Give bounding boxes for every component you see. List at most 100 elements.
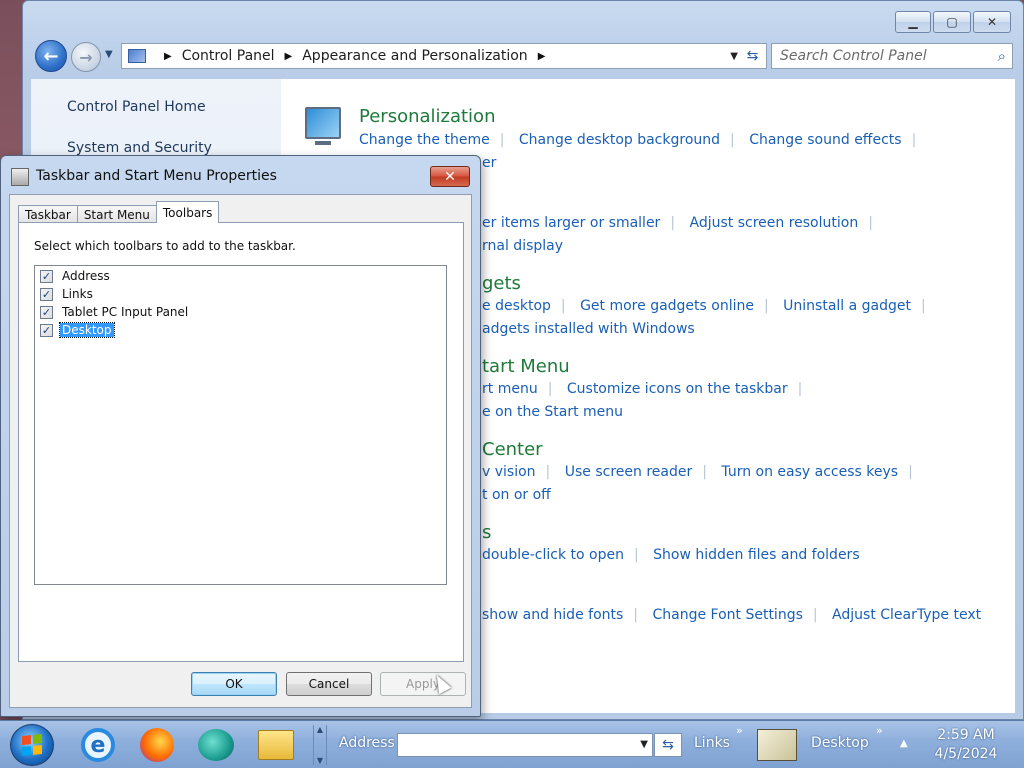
ok-button[interactable]: OK (191, 672, 277, 696)
personalization-icon (305, 107, 341, 145)
start-button[interactable] (10, 724, 54, 766)
link[interactable]: Uninstall a gadget (783, 298, 911, 314)
link[interactable]: Change the theme (359, 132, 490, 148)
address-bar[interactable]: ▶ Control Panel ▶ Appearance and Persona… (121, 43, 745, 69)
chevron-down-icon[interactable]: ▼ (640, 739, 648, 750)
link[interactable]: v vision (482, 464, 536, 480)
section-links: Change the theme | Change desktop backgro… (359, 132, 917, 148)
link[interactable]: Customize icons on the taskbar (567, 381, 788, 397)
link[interactable]: double-click to open (482, 547, 624, 563)
taskbar-address-input[interactable]: ▼ (397, 733, 653, 757)
link[interactable]: rt menu (482, 381, 538, 397)
section-heading[interactable]: tart Menu (482, 356, 570, 377)
link[interactable]: e desktop (482, 298, 551, 314)
tab-toolbars[interactable]: Toolbars (155, 201, 220, 223)
link[interactable]: Adjust screen resolution (689, 215, 858, 231)
search-placeholder: Search Control Panel (780, 48, 927, 64)
show-hidden-icons-button[interactable]: ▲ (900, 738, 908, 749)
tab-taskbar[interactable]: Taskbar (18, 205, 78, 223)
section-heading[interactable]: s (482, 522, 491, 543)
chevron-up-icon[interactable]: ▲ (317, 725, 323, 734)
dialog-tabs: Taskbar Start Menu Toolbars (18, 201, 220, 223)
folder-icon (258, 730, 294, 760)
link[interactable]: show and hide fonts (482, 607, 623, 623)
link[interactable]: Turn on easy access keys (721, 464, 898, 480)
link[interactable]: e on the Start menu (482, 404, 623, 420)
link[interactable]: Change desktop background (519, 132, 720, 148)
dialog-body: Taskbar Start Menu Toolbars Select which… (9, 194, 472, 708)
address-dropdown-icon[interactable]: ▼ (730, 51, 738, 62)
clock-time: 2:59 AM (937, 727, 995, 743)
checkbox-checked-icon[interactable]: ✓ (40, 269, 53, 283)
system-security-link[interactable]: System and Security (67, 140, 212, 156)
section-heading[interactable]: Center (482, 439, 543, 460)
toolbar-item-tablet-pc[interactable]: ✓ Tablet PC Input Panel (40, 303, 190, 321)
close-icon: ✕ (444, 168, 456, 185)
refresh-icon: ⇆ (662, 737, 674, 753)
messenger-button[interactable] (196, 726, 236, 764)
checkbox-checked-icon[interactable]: ✓ (40, 305, 53, 319)
tab-start-menu[interactable]: Start Menu (76, 205, 157, 223)
link[interactable]: t on or off (482, 487, 551, 503)
firefox-button[interactable] (137, 726, 177, 764)
clock-date: 4/5/2024 (934, 746, 998, 762)
search-input[interactable]: Search Control Panel ⌕ (771, 43, 1013, 69)
checkbox-checked-icon[interactable]: ✓ (40, 287, 53, 301)
breadcrumb-separator-icon[interactable]: ▶ (164, 51, 172, 62)
toolbar-item-desktop[interactable]: ✓ Desktop (40, 321, 115, 339)
desktop-chevron-icon[interactable]: » (876, 724, 883, 737)
tablet-pc-input-icon[interactable] (757, 729, 797, 761)
link[interactable]: er (482, 155, 496, 171)
back-button[interactable]: ← (35, 40, 67, 72)
minimize-button[interactable]: ▁ (895, 11, 931, 33)
address-toolbar-label: Address (339, 735, 395, 751)
breadcrumb-control-panel[interactable]: Control Panel (182, 48, 275, 64)
chevron-down-icon[interactable]: ▼ (317, 756, 323, 765)
breadcrumb-appearance[interactable]: Appearance and Personalization (302, 48, 527, 64)
breadcrumb-separator-icon[interactable]: ▶ (538, 51, 546, 62)
toolbars-list[interactable]: ✓ Address ✓ Links ✓ Tablet PC Input Pane… (34, 265, 447, 585)
link[interactable]: Use screen reader (565, 464, 693, 480)
section-heading[interactable]: gets (482, 273, 521, 294)
back-arrow-icon: ← (43, 45, 59, 67)
search-icon[interactable]: ⌕ (998, 47, 1006, 65)
link[interactable]: adgets installed with Windows (482, 321, 695, 337)
windows-explorer-button[interactable] (256, 726, 296, 764)
checkbox-checked-icon[interactable]: ✓ (40, 323, 53, 337)
section-links: v vision | Use screen reader | Turn on eas… (482, 464, 913, 480)
link[interactable]: er items larger or smaller (482, 215, 660, 231)
links-chevron-icon[interactable]: » (736, 724, 743, 737)
section-heading[interactable]: Personalization (359, 106, 495, 127)
taskbar-properties-icon (11, 168, 29, 186)
link[interactable]: Get more gadgets online (580, 298, 754, 314)
refresh-icon: ⇆ (746, 48, 759, 64)
link[interactable]: Change Font Settings (652, 607, 802, 623)
apply-button[interactable]: Apply (380, 672, 466, 696)
minimize-icon: ▁ (908, 15, 918, 29)
toolbar-item-address[interactable]: ✓ Address (40, 267, 112, 285)
link[interactable]: Adjust ClearType text (832, 607, 981, 623)
toolbar-item-label: Links (62, 287, 93, 301)
toolbar-item-label: Tablet PC Input Panel (62, 305, 189, 319)
section-links: double-click to open | Show hidden files … (482, 547, 860, 563)
dialog-close-button[interactable]: ✕ (430, 166, 470, 187)
cancel-button[interactable]: Cancel (286, 672, 372, 696)
refresh-button[interactable]: ⇆ (739, 43, 767, 69)
toolbar-item-label: Address (62, 269, 110, 283)
breadcrumb-separator-icon[interactable]: ▶ (285, 51, 293, 62)
control-panel-home-link[interactable]: Control Panel Home (67, 99, 206, 115)
link[interactable]: Change sound effects (749, 132, 901, 148)
toolbar-item-links[interactable]: ✓ Links (40, 285, 95, 303)
maximize-button[interactable]: ▢ (933, 11, 971, 33)
link[interactable]: rnal display (482, 238, 563, 254)
internet-explorer-button[interactable]: e (78, 726, 118, 764)
window-close-button[interactable]: ✕ (973, 11, 1011, 33)
forward-button[interactable]: → (71, 42, 101, 72)
link[interactable]: Show hidden files and folders (653, 547, 860, 563)
forward-arrow-icon: → (79, 47, 93, 67)
control-panel-icon (128, 49, 146, 63)
system-clock[interactable]: 2:59 AM 4/5/2024 (926, 726, 1006, 764)
recent-pages-dropdown[interactable]: ▼ (105, 49, 113, 60)
taskbar-go-button[interactable]: ⇆ (654, 733, 682, 757)
taskbar-scroll[interactable]: ▲ ▼ (313, 725, 327, 765)
